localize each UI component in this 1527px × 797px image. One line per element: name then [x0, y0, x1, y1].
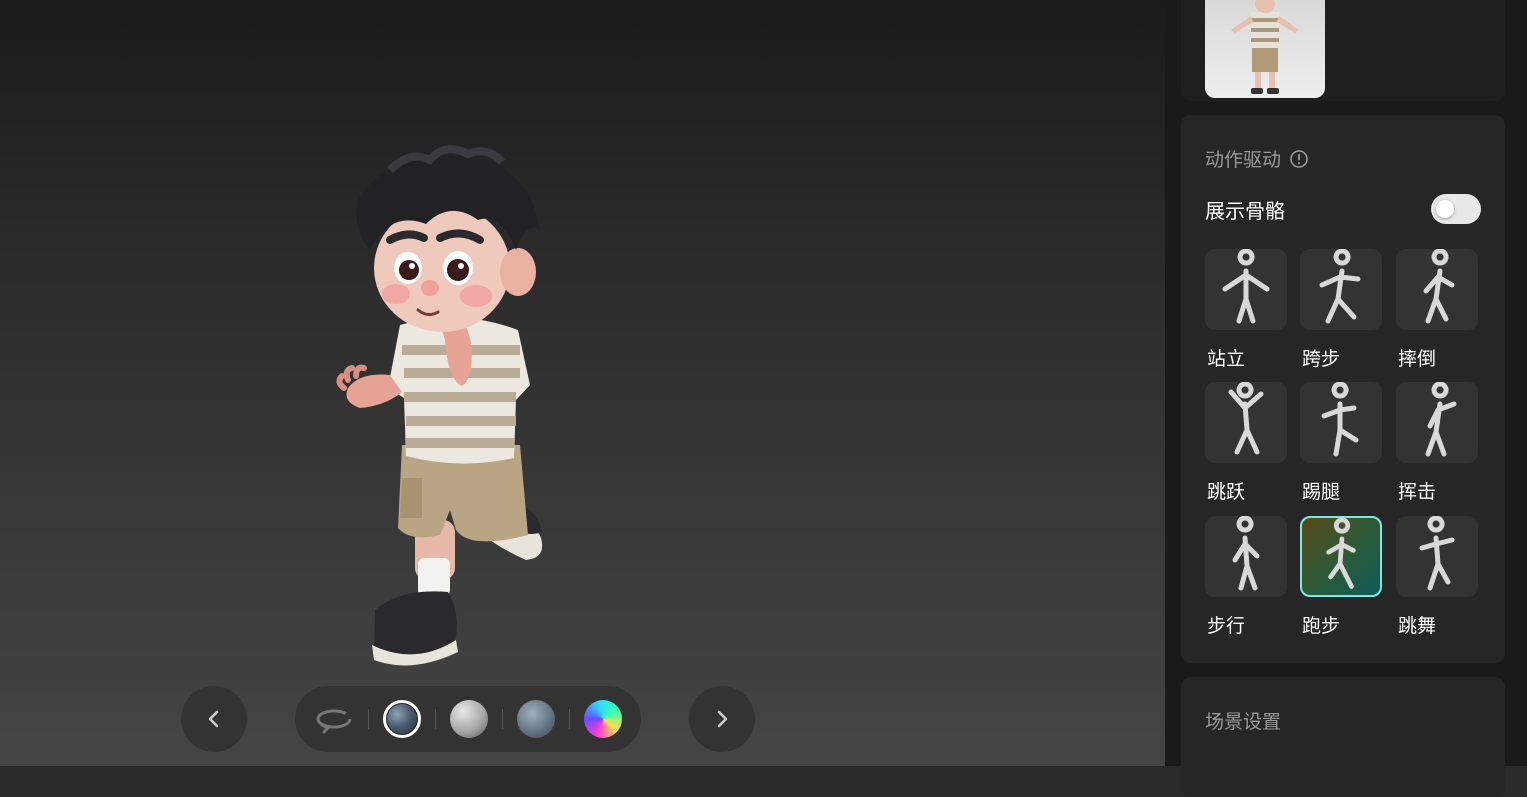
- show-skeleton-label: 展示骨骼: [1205, 198, 1285, 223]
- previous-button[interactable]: [181, 686, 247, 752]
- motion-thumbnail: [1205, 516, 1287, 597]
- toggle-knob: [1436, 200, 1454, 218]
- mannequin-pose-icon: [1228, 382, 1264, 455]
- motion-item[interactable]: 跳跃: [1205, 382, 1287, 504]
- motion-item[interactable]: 踢腿: [1300, 382, 1382, 504]
- motion-label: 步行: [1207, 615, 1246, 637]
- motion-item[interactable]: 步行: [1205, 516, 1287, 638]
- motion-label: 挥击: [1398, 481, 1437, 503]
- toolbar-divider: [502, 709, 503, 729]
- motion-thumbnail: [1396, 382, 1478, 463]
- hdri-sphere-material[interactable]: [383, 700, 421, 738]
- motion-item[interactable]: 摔倒: [1396, 249, 1478, 371]
- toolbar-divider: [569, 709, 570, 729]
- material-toolbar: [295, 686, 641, 752]
- motion-driver-panel: 动作驱动 展示骨骼 站立 跨步 摔倒跳跃 踢腿 挥击步行 跑步 跳舞: [1181, 115, 1505, 663]
- scene-settings-panel: 场景设置: [1181, 677, 1505, 797]
- rotate-icon[interactable]: [314, 704, 354, 734]
- motion-thumbnail: [1396, 516, 1478, 597]
- motion-thumbnail: [1300, 382, 1382, 463]
- character-thumbnail-image: [1231, 0, 1299, 94]
- mannequin-pose-icon: [1319, 249, 1361, 324]
- mannequin-pose-icon: [1326, 517, 1356, 589]
- motion-item[interactable]: 挥击: [1396, 382, 1478, 504]
- motion-item[interactable]: 跨步: [1300, 249, 1382, 371]
- chevron-left-icon: [208, 710, 219, 728]
- motion-thumbnail: [1205, 249, 1287, 330]
- mannequin-pose-icon: [1232, 516, 1260, 591]
- motion-label: 跳舞: [1398, 615, 1437, 637]
- mannequin-pose-icon: [1423, 249, 1455, 324]
- mannequin-pose-icon: [1419, 516, 1455, 591]
- mannequin-pose-icon: [1425, 382, 1457, 457]
- 3d-viewport[interactable]: [0, 0, 1165, 766]
- motion-thumbnail: [1396, 249, 1478, 330]
- motion-label: 踢腿: [1302, 481, 1341, 503]
- clay-sphere-material[interactable]: [450, 700, 488, 738]
- motion-label: 跑步: [1302, 615, 1341, 637]
- mannequin-pose-icon: [1321, 382, 1359, 457]
- settings-sidebar: 动作驱动 展示骨骼 站立 跨步 摔倒跳跃 踢腿 挥击步行 跑步 跳舞 场景设置: [1165, 0, 1527, 797]
- rainbow-sphere-material[interactable]: [584, 700, 622, 738]
- textured-sphere-material[interactable]: [517, 700, 555, 738]
- toolbar-divider: [435, 709, 436, 729]
- model-thumbnail[interactable]: [1205, 0, 1325, 98]
- motion-label: 跳跃: [1207, 481, 1246, 503]
- motion-thumbnail: [1205, 382, 1287, 463]
- model-preview-card: [1181, 0, 1505, 101]
- show-skeleton-row: 展示骨骼: [1205, 193, 1481, 225]
- scene-panel-title: 场景设置: [1205, 711, 1282, 733]
- motion-thumbnail: [1300, 516, 1382, 597]
- show-skeleton-toggle[interactable]: [1431, 194, 1481, 224]
- motion-thumbnail: [1300, 249, 1382, 330]
- motion-label: 跨步: [1302, 348, 1341, 370]
- motion-panel-header: 动作驱动: [1205, 145, 1309, 172]
- motion-item[interactable]: 跳舞: [1396, 516, 1478, 638]
- motion-label: 摔倒: [1398, 348, 1437, 370]
- toolbar-divider: [368, 709, 369, 729]
- mannequin-pose-icon: [1222, 249, 1270, 324]
- next-button[interactable]: [689, 686, 755, 752]
- motion-item[interactable]: 跑步: [1300, 516, 1382, 638]
- info-icon[interactable]: [1289, 149, 1309, 169]
- chevron-right-icon: [717, 710, 728, 728]
- motion-item[interactable]: 站立: [1205, 249, 1287, 371]
- motion-label: 站立: [1207, 348, 1246, 370]
- character-model: [336, 145, 543, 666]
- motion-panel-title: 动作驱动: [1205, 149, 1282, 171]
